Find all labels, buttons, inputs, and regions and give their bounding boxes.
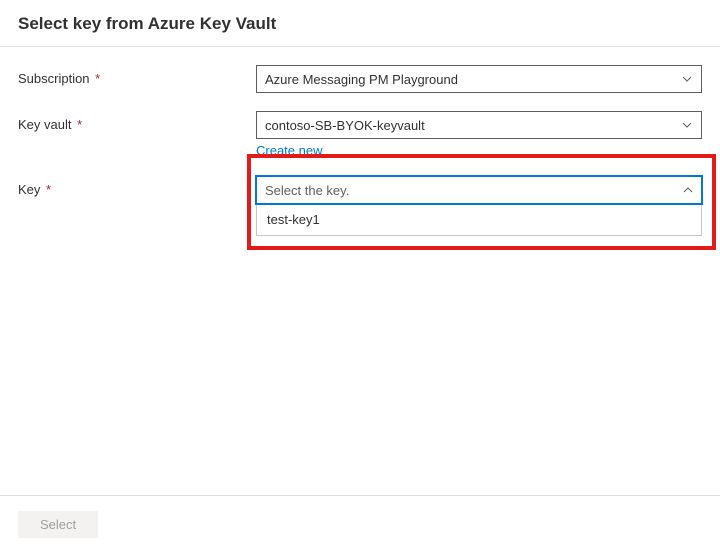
subscription-control: Azure Messaging PM Playground [256,65,702,93]
form-content: Subscription * Azure Messaging PM Playgr… [0,47,720,236]
key-row: Key * test-key1 [18,176,702,236]
select-button[interactable]: Select [18,511,98,538]
key-search-input[interactable] [256,176,702,204]
required-asterisk: * [73,117,82,132]
key-label-text: Key [18,182,40,197]
required-asterisk: * [42,182,51,197]
required-asterisk: * [92,71,101,86]
footer-separator [0,495,720,496]
key-dropdown-option[interactable]: test-key1 [256,204,702,236]
create-new-link[interactable]: Create new [256,143,702,158]
footer-bar: Select [18,511,98,538]
keyvault-control: contoso-SB-BYOK-keyvault Create new [256,111,702,158]
keyvault-row: Key vault * contoso-SB-BYOK-keyvault Cre… [18,111,702,158]
keyvault-value: contoso-SB-BYOK-keyvault [265,118,425,133]
chevron-down-icon [681,73,693,85]
subscription-row: Subscription * Azure Messaging PM Playgr… [18,65,702,93]
key-control: test-key1 [256,176,702,236]
subscription-label: Subscription * [18,65,256,86]
key-label: Key * [18,176,256,197]
subscription-value: Azure Messaging PM Playground [265,72,458,87]
page-title: Select key from Azure Key Vault [0,0,720,47]
chevron-down-icon [681,119,693,131]
subscription-combobox[interactable]: Azure Messaging PM Playground [256,65,702,93]
keyvault-label: Key vault * [18,111,256,132]
keyvault-label-text: Key vault [18,117,71,132]
subscription-label-text: Subscription [18,71,90,86]
keyvault-combobox[interactable]: contoso-SB-BYOK-keyvault [256,111,702,139]
